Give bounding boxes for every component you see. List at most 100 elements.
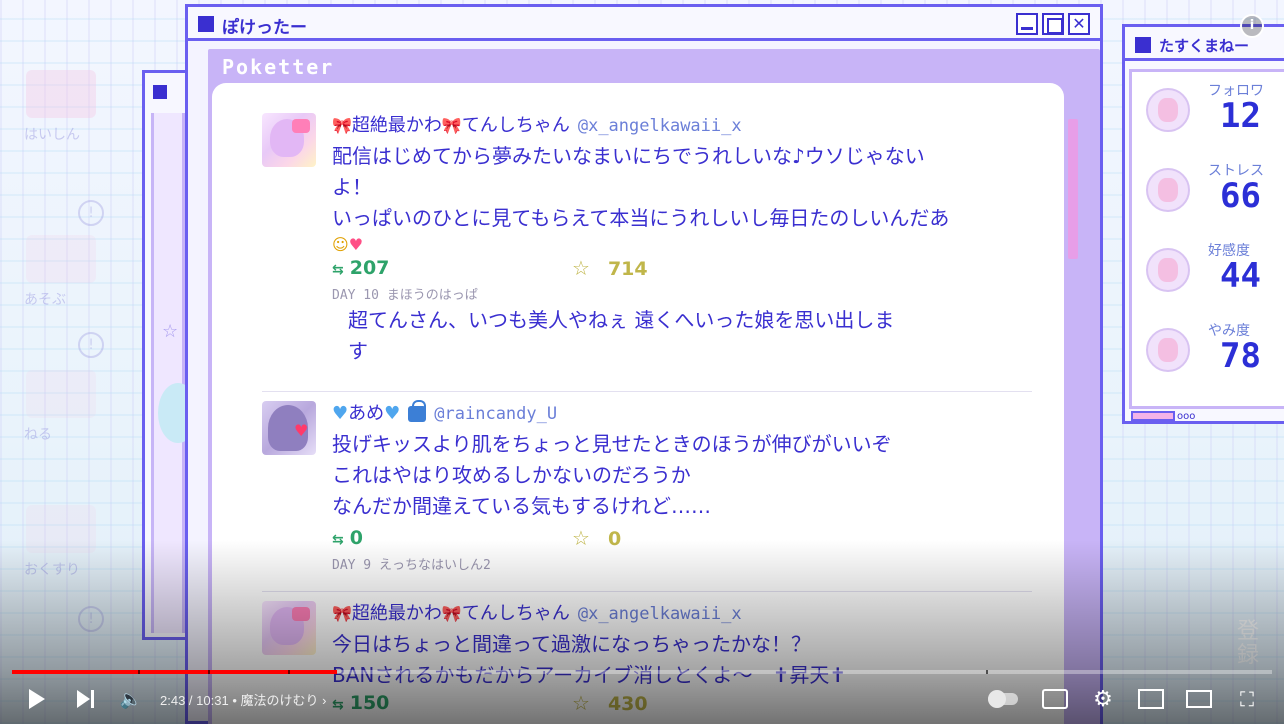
fullscreen-icon[interactable]: ⛶ <box>1234 684 1260 714</box>
chapter-title[interactable]: 魔法のけむり <box>240 694 318 709</box>
post-stats: ⇆ 0 ☆ 0 <box>332 526 1042 550</box>
minimize-button[interactable] <box>1016 13 1038 35</box>
user-name-suffix[interactable]: てんしちゃん <box>462 603 570 624</box>
video-frame[interactable]: はいしん ! あそぶ ! ねる おくすり ! ☆ ぽけったー ✕ Pokette… <box>0 0 1284 724</box>
stats-panel: フォロワ 12 ストレス 66 好感度 44 やみ度 78 <box>1129 69 1284 409</box>
menu-item-sleep: ねる <box>20 370 130 444</box>
heart-icon: ♥ <box>384 403 401 424</box>
menu-thumb <box>26 235 96 283</box>
stat-avatar-icon <box>1146 168 1190 212</box>
user-name[interactable]: 超絶最かわ <box>352 115 442 136</box>
menu-label: はいしん <box>24 127 80 143</box>
post-body: 🎀超絶最かわ🎀てんしちゃん @x_angelkawaii_x 配信はじめてから夢… <box>332 113 1042 303</box>
poketter-logo: Poketter <box>222 55 335 79</box>
poketter-feed[interactable]: 🎀超絶最かわ🎀てんしちゃん @x_angelkawaii_x 配信はじめてから夢… <box>212 83 1064 724</box>
alert-icon: ! <box>78 332 104 358</box>
post-text: 投げキッスより肌をちょっと見せたときのほうが伸びがいいぞ これはやはり攻めるしか… <box>332 429 1042 522</box>
stat-value: 12 <box>1220 96 1261 136</box>
chapter-marker <box>138 670 140 674</box>
star-icon: ☆ <box>572 256 590 280</box>
theater-mode-button[interactable] <box>1186 684 1212 714</box>
retweet-button[interactable]: ⇆ 0 <box>332 527 572 549</box>
post-line: 配信はじめてから夢みたいなまいにちでうれしいな♪ウソじゃない <box>332 144 925 168</box>
subtitles-button[interactable] <box>1042 684 1068 714</box>
close-button[interactable]: ✕ <box>1068 13 1090 35</box>
status-footer-text: ooo <box>1177 411 1196 422</box>
chapter-separator: • <box>228 693 241 708</box>
chapter-marker <box>986 670 988 674</box>
stat-darkness: やみ度 78 <box>1142 320 1284 390</box>
next-button[interactable] <box>72 684 98 714</box>
play-button[interactable] <box>24 684 50 714</box>
volume-icon[interactable]: 🔈 <box>118 684 144 714</box>
window-square-icon <box>153 85 167 99</box>
post-stats: ⇆ 207 ☆ 714 <box>332 256 1042 280</box>
background-window-panel: ☆ <box>151 113 198 633</box>
smile-icon: ☺ <box>332 235 349 254</box>
window-title: たすくまねー <box>1159 37 1250 55</box>
alert-icon: ! <box>78 200 104 226</box>
ribbon-icon: 🎀 <box>441 604 462 623</box>
chevron-right-icon[interactable]: › <box>322 693 326 708</box>
divider <box>262 591 1032 592</box>
heart-icon: ♥ <box>348 235 364 254</box>
retweet-button[interactable]: ⇆ 207 <box>332 257 572 279</box>
stat-avatar-icon <box>1146 328 1190 372</box>
favorite-button[interactable]: ☆ 714 <box>572 256 648 280</box>
post-line: いっぱいのひとに見てもらえて本当にうれしいし毎日たのしいんだあ <box>332 206 950 230</box>
stat-value: 78 <box>1220 336 1261 376</box>
stat-value: 66 <box>1220 176 1261 216</box>
post-header: 🎀超絶最かわ🎀てんしちゃん @x_angelkawaii_x <box>332 113 1042 139</box>
current-time: 2:43 <box>160 693 186 708</box>
ribbon-icon: 🎀 <box>332 116 352 135</box>
post-day: DAY 10 まほうのはっぱ <box>332 288 478 303</box>
chapter-marker <box>288 670 290 674</box>
duration: 10:31 <box>196 693 229 708</box>
reply-text: 超てんさん、いつも美人やねぇ 遠くへいった娘を思い出しま す <box>348 305 1008 367</box>
poketter-frame: Poketter 🎀超絶最かわ🎀てんしちゃん @x_angelkawaii_x <box>208 49 1100 724</box>
stat-avatar-icon <box>1146 248 1190 292</box>
alert-icon: ! <box>78 606 104 632</box>
divider <box>262 391 1032 392</box>
emoji-row: ☺♥ <box>332 234 1042 256</box>
menu-thumb <box>26 70 96 118</box>
ribbon-icon: 🎀 <box>441 116 462 135</box>
player-controls: 🔈 2:43 / 10:31 • 魔法のけむり › ⚙ ⛶ <box>0 676 1284 724</box>
channel-watermark[interactable]: 登録 <box>1230 620 1266 668</box>
info-icon[interactable]: i <box>1240 14 1264 38</box>
avatar[interactable] <box>262 601 316 655</box>
window-square-icon <box>198 16 214 32</box>
star-icon: ☆ <box>162 321 179 342</box>
user-handle[interactable]: @raincandy_U <box>434 401 557 427</box>
autoplay-track <box>988 690 1018 708</box>
stat-stress: ストレス 66 <box>1142 160 1284 230</box>
user-handle[interactable]: @x_angelkawaii_x <box>578 601 742 627</box>
user-name[interactable]: 超絶最かわ <box>352 603 442 624</box>
miniplayer-button[interactable] <box>1138 684 1164 714</box>
menu-item-play: あそぶ <box>20 235 130 309</box>
post-line: なんだか間違えている気もするけれど…… <box>332 494 711 518</box>
user-handle[interactable]: @x_angelkawaii_x <box>578 113 742 139</box>
stat-affection: 好感度 44 <box>1142 240 1284 310</box>
time-separator: / <box>185 693 197 708</box>
post-line: よ！ <box>332 175 372 199</box>
post-line: 今日はちょっと間違って過激になっちゃったかな！？ <box>332 632 811 656</box>
gear-icon[interactable]: ⚙ <box>1090 684 1116 714</box>
menu-thumb <box>26 370 96 418</box>
post-header: 🎀超絶最かわ🎀てんしちゃん @x_angelkawaii_x <box>332 601 1042 627</box>
feed-scrollbar[interactable] <box>1068 119 1078 259</box>
post-header: ♥あめ♥ @raincandy_U <box>332 400 1042 427</box>
menu-item-stream: はいしん <box>20 70 130 144</box>
favorite-button[interactable]: ☆ 0 <box>572 526 621 550</box>
progress-bar[interactable] <box>12 670 1272 674</box>
avatar[interactable] <box>262 113 316 167</box>
reply-line: 超てんさん、いつも美人やねぇ 遠くへいった娘を思い出しま <box>348 308 895 332</box>
favorite-count: 0 <box>607 528 622 550</box>
user-name[interactable]: あめ <box>348 403 384 424</box>
autoplay-toggle[interactable] <box>986 684 1020 714</box>
retweet-count: 207 <box>349 257 390 279</box>
user-name-suffix[interactable]: てんしちゃん <box>462 115 570 136</box>
avatar[interactable] <box>262 401 316 455</box>
reply-line: す <box>348 339 368 363</box>
maximize-button[interactable] <box>1042 13 1064 35</box>
